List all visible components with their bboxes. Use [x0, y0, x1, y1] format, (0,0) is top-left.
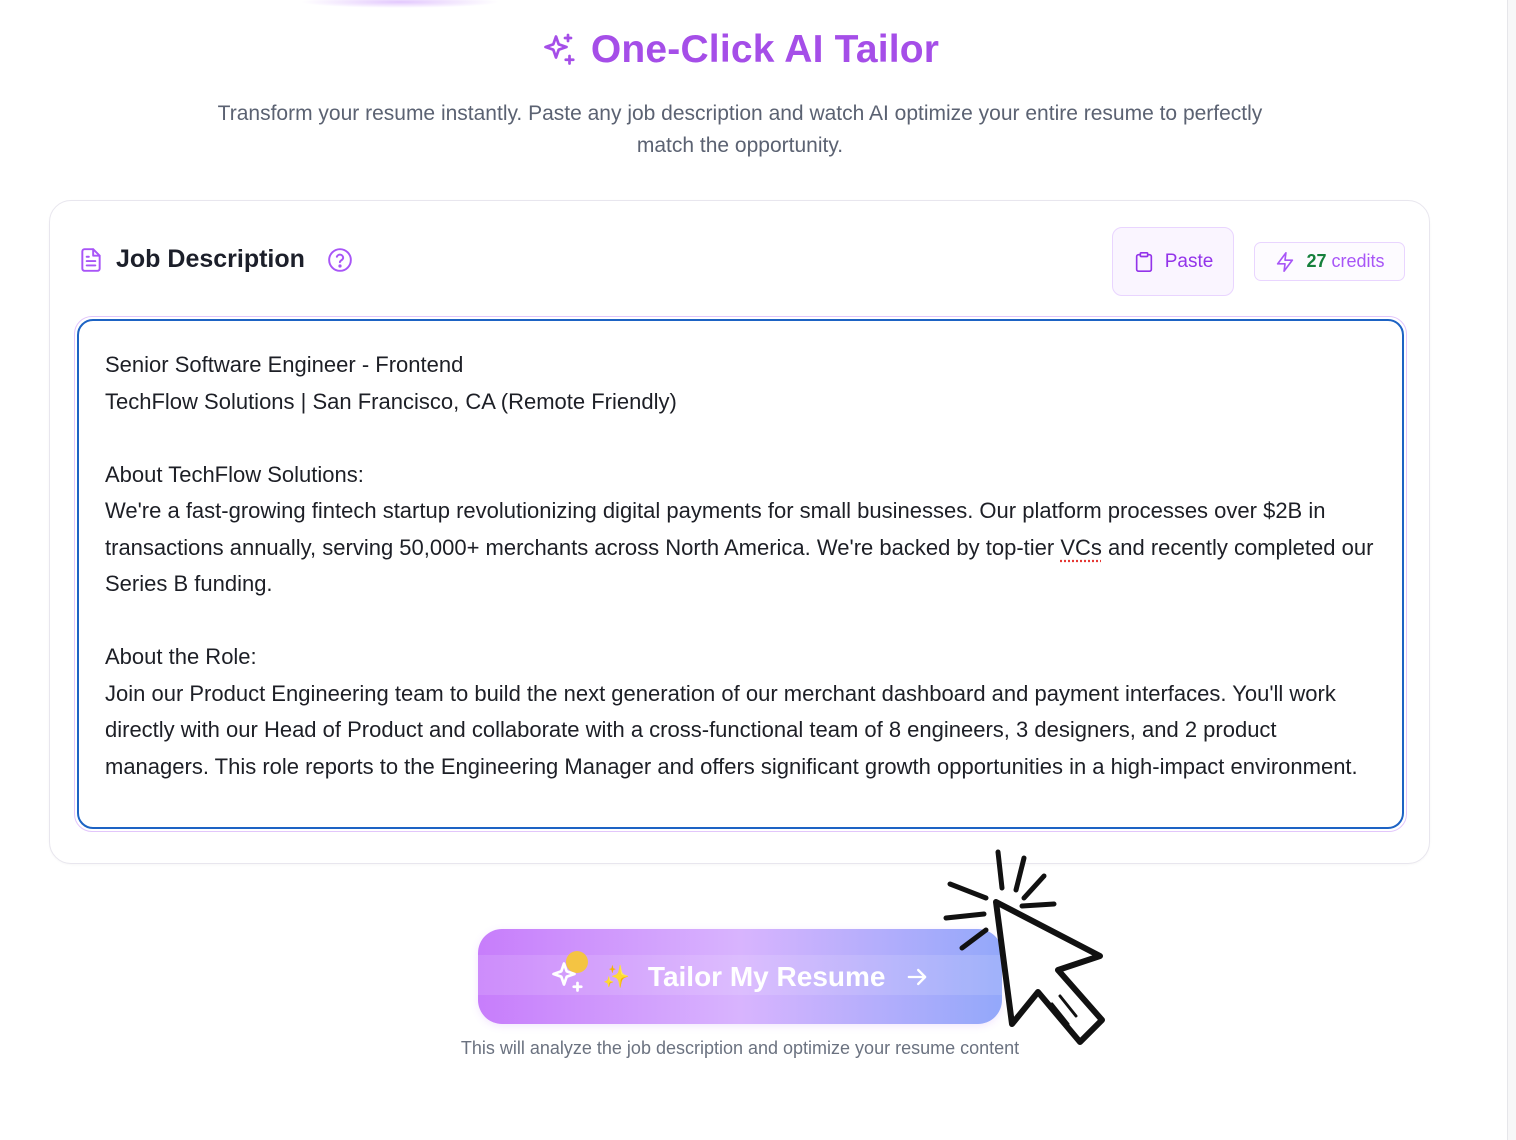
sparkles-icon [551, 961, 583, 992]
credits-badge: 27 credits [1254, 242, 1405, 281]
page-title: One-Click AI Tailor [590, 28, 940, 71]
job-description-textarea[interactable]: Senior Software Engineer - Frontend Tech… [77, 319, 1404, 829]
document-icon [81, 247, 101, 272]
job-title-line: Senior Software Engineer - Frontend [105, 352, 464, 377]
tailor-resume-button[interactable]: ✨ Tailor My Resume [478, 929, 1002, 1024]
click-cursor-icon [943, 849, 1105, 1045]
lightning-icon [1277, 251, 1294, 272]
arrow-right-icon [908, 968, 927, 985]
about-company-heading: About TechFlow Solutions: [105, 461, 364, 487]
about-role-heading: About the Role: [105, 644, 257, 669]
about-role-body: Join our Product Engineering team to bui… [105, 680, 1358, 779]
credits-label: credits [1331, 251, 1385, 271]
page-header: One-Click AI Tailor [0, 28, 1480, 72]
page-subtitle: Transform your resume instantly. Paste a… [217, 102, 1263, 157]
help-circle-icon[interactable] [327, 247, 353, 273]
spellcheck-flagged-word[interactable]: VCs [1060, 535, 1102, 560]
job-description-card: Job Description Paste 27 credits Senior … [49, 200, 1430, 864]
top-glow [300, 0, 500, 8]
sparkles-icon [543, 33, 575, 65]
about-company-body: We're a fast-growing fintech startup rev… [105, 498, 1374, 596]
page: One-Click AI Tailor Transform your resum… [0, 0, 1516, 1140]
scrollbar-track[interactable] [1507, 0, 1516, 1140]
tailor-hint: This will analyze the job description an… [460, 1038, 1020, 1058]
card-header: Job Description [78, 245, 353, 274]
sparkle-emoji: ✨ [602, 963, 630, 989]
paste-button[interactable]: Paste [1112, 227, 1234, 296]
company-line: TechFlow Solutions | San Francisco, CA (… [105, 388, 677, 414]
clipboard-icon [1135, 251, 1152, 272]
job-description-textarea-ring: Senior Software Engineer - Frontend Tech… [74, 316, 1407, 832]
paste-button-label: Paste [1164, 250, 1214, 272]
credits-count: 27 [1306, 251, 1327, 271]
tailor-resume-label: Tailor My Resume [647, 960, 886, 992]
card-title: Job Description [116, 245, 305, 273]
